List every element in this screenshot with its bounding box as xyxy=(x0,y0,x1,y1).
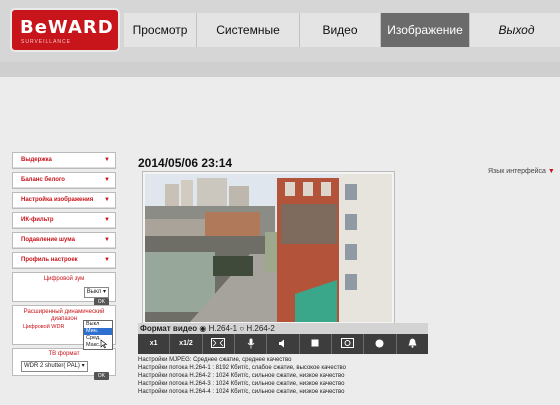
live-video xyxy=(143,172,394,324)
chevron-down-icon: ▼ xyxy=(104,197,110,203)
language-link[interactable]: Язык интерфейса ▼ xyxy=(488,168,555,175)
wdr-panel: Расширенный динамический диапазон Цифров… xyxy=(12,305,116,350)
logo-subtext: SURVEILLANCE xyxy=(21,39,71,45)
sidebar-item-label: Профиль настроек xyxy=(21,257,78,263)
sidebar-item-profile[interactable]: Профиль настроек ▼ xyxy=(12,252,116,269)
radio-h264-1-label: H.264-1 xyxy=(208,324,238,333)
radio-h264-2-label: H.264-2 xyxy=(246,324,275,333)
radio-h264-1[interactable]: ◉ H.264-1 xyxy=(199,324,239,333)
radio-checked-icon: ◉ xyxy=(199,324,207,333)
fit-screen-icon xyxy=(211,338,226,349)
top-header: BeWARD SURVEILLANCE Просмотр Системные В… xyxy=(0,0,560,62)
stream-info-line: Настройки MJPEG: Среднее сжатие, среднее… xyxy=(138,357,292,363)
header-strip xyxy=(0,62,560,77)
stream-info-line: Настройки потока H.264-4 : 1024 Кбит/с, … xyxy=(138,389,345,395)
chevron-down-icon: ▼ xyxy=(104,257,110,263)
mouse-cursor-icon xyxy=(100,339,108,349)
nav-exit[interactable]: Выход xyxy=(470,13,560,47)
chevron-down-icon: ▼ xyxy=(104,177,110,183)
tv-format-panel: ТВ формат WDR 2 shutter( PAL) ▾ OK xyxy=(12,348,116,380)
speaker-button[interactable] xyxy=(267,334,300,354)
video-format-bar: Формат видео ◉ H.264-1 ○ H.264-2 xyxy=(138,323,428,334)
stream-info: Настройки MJPEG: Среднее сжатие, среднее… xyxy=(138,356,438,396)
sidebar-item-exposure[interactable]: Выдержка ▼ xyxy=(12,152,116,169)
video-timestamp: 2014/05/06 23:14 xyxy=(138,156,233,170)
sidebar-item-white-balance[interactable]: Баланс белого ▼ xyxy=(12,172,116,189)
stop-button[interactable] xyxy=(300,334,332,354)
fit-screen-button[interactable] xyxy=(203,334,235,354)
record-icon xyxy=(375,339,384,348)
chevron-down-icon: ▼ xyxy=(104,237,110,243)
tv-format-ok-button[interactable]: OK xyxy=(93,372,109,380)
nav-view[interactable]: Просмотр xyxy=(124,13,197,47)
wdr-dropdown[interactable]: Выкл Мин. Сред. Макс. xyxy=(83,320,113,350)
chevron-down-icon: ▼ xyxy=(104,217,110,223)
sidebar-item-label: Баланс белого xyxy=(21,177,65,183)
nav-image[interactable]: Изображение xyxy=(381,13,470,47)
chevron-down-icon: ▼ xyxy=(104,157,110,163)
zoom-half-button[interactable]: x1/2 xyxy=(170,334,203,354)
digital-zoom-panel: Цифровой зум Выкл ▾ OK xyxy=(12,272,116,306)
video-format-label: Формат видео xyxy=(140,324,198,333)
alarm-bell-icon xyxy=(408,338,417,348)
tv-format-title: ТВ формат xyxy=(48,351,80,357)
radio-unchecked-icon: ○ xyxy=(239,324,245,333)
nav-system[interactable]: Системные xyxy=(197,13,300,47)
tv-format-select[interactable]: WDR 2 shutter( PAL) ▾ xyxy=(21,361,88,372)
sidebar-item-noise-reduction[interactable]: Подавление шума ▼ xyxy=(12,232,116,249)
beward-logo: BeWARD SURVEILLANCE xyxy=(12,10,118,50)
language-label: Язык интерфейса xyxy=(488,168,546,175)
settings-sidebar: Выдержка ▼ Баланс белого ▼ Настройка изо… xyxy=(12,152,116,380)
stream-info-line: Настройки потока H.264-3 : 1024 Кбит/с, … xyxy=(138,381,345,387)
video-frame xyxy=(145,174,392,322)
microphone-button[interactable] xyxy=(235,334,268,354)
sidebar-item-ir-filter[interactable]: ИК-фильтр ▼ xyxy=(12,212,116,229)
microphone-icon xyxy=(247,338,254,349)
tv-format-value: WDR 2 shutter( PAL) xyxy=(24,363,80,369)
snapshot-button[interactable] xyxy=(332,334,365,354)
wdr-label: Цифровой WDR xyxy=(23,324,65,330)
sidebar-item-image-settings[interactable]: Настройка изображения ▼ xyxy=(12,192,116,209)
video-controls: x1 x1/2 xyxy=(138,334,428,354)
stream-info-line: Настройки потока H.264-2 : 1024 Кбит/с, … xyxy=(138,373,345,379)
wdr-option[interactable]: Выкл xyxy=(84,321,112,328)
stop-icon xyxy=(311,339,319,347)
sidebar-item-label: Настройка изображения xyxy=(21,197,94,203)
alarm-button[interactable] xyxy=(397,334,428,354)
digital-zoom-title: Цифровой зум xyxy=(43,276,85,282)
sidebar-item-label: Подавление шума xyxy=(21,237,75,243)
record-button[interactable] xyxy=(364,334,397,354)
chevron-down-icon: ▼ xyxy=(547,168,555,175)
radio-h264-2[interactable]: ○ H.264-2 xyxy=(239,324,275,333)
wdr-option-selected[interactable]: Мин. xyxy=(84,328,112,335)
sidebar-item-label: ИК-фильтр xyxy=(21,217,54,223)
nav-video[interactable]: Видео xyxy=(300,13,381,47)
zoom-x1-button[interactable]: x1 xyxy=(138,334,171,354)
snapshot-icon xyxy=(341,338,355,349)
stream-info-line: Настройки потока H.264-1 : 8192 Кбит/с, … xyxy=(138,365,346,371)
logo-text: BeWARD xyxy=(20,17,114,38)
speaker-icon xyxy=(279,339,285,348)
main-nav: Просмотр Системные Видео Изображение Вых… xyxy=(124,13,560,47)
sidebar-item-label: Выдержка xyxy=(21,157,52,163)
